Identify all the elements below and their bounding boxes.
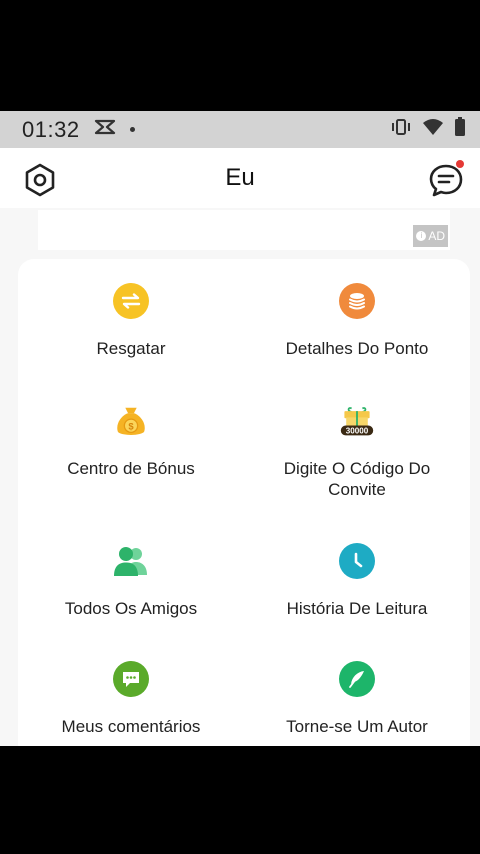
unread-badge xyxy=(456,160,464,168)
clock-icon xyxy=(339,543,375,579)
menu-label: História De Leitura xyxy=(286,599,428,618)
menu-item-bonus-center[interactable]: $ Centro de Bónus xyxy=(18,403,244,479)
top-letterbox xyxy=(0,0,480,111)
ad-banner[interactable]: i AD xyxy=(38,210,450,250)
menu-label: Digite O Código Do Convite xyxy=(283,459,431,499)
status-time: 01:32 xyxy=(22,116,80,142)
menu-item-invite-code[interactable]: 30000 Digite O Código Do Convite xyxy=(244,403,470,500)
menu-label: Meus comentários xyxy=(61,717,201,736)
menu-item-point-details[interactable]: Detalhes Do Ponto xyxy=(244,283,470,359)
page-title: Eu xyxy=(225,164,255,191)
ad-badge-label: AD xyxy=(428,229,445,243)
chat-bubble-icon xyxy=(429,164,463,197)
gift-badge-text: 30000 xyxy=(346,427,369,436)
coins-stack-icon xyxy=(339,283,375,319)
settings-button[interactable] xyxy=(22,162,58,198)
messages-button[interactable] xyxy=(426,160,466,200)
menu-item-resgatar[interactable]: Resgatar xyxy=(18,283,244,359)
exchange-icon xyxy=(113,283,149,319)
menu-label: Torne-se Um Autor xyxy=(286,717,428,736)
gift-30000-icon: 30000 xyxy=(339,403,375,439)
settings-hexagon-icon xyxy=(25,163,55,197)
notification-dot-icon xyxy=(129,127,135,132)
comment-icon xyxy=(113,661,149,697)
svg-text:$: $ xyxy=(128,422,134,433)
status-bar: 01:32 xyxy=(0,111,480,148)
app-screen: Eu i AD Resgatar Detalhes Do Ponto $ Cen… xyxy=(0,148,480,746)
menu-item-become-author[interactable]: Torne-se Um Autor xyxy=(244,661,470,737)
menu-label: Detalhes Do Ponto xyxy=(285,339,429,358)
wifi-icon xyxy=(422,118,444,141)
ad-badge: i AD xyxy=(413,225,448,247)
menu-item-my-comments[interactable]: Meus comentários xyxy=(18,661,244,737)
bottom-letterbox xyxy=(0,746,480,854)
money-bag-icon: $ xyxy=(113,403,149,439)
menu-card: Resgatar Detalhes Do Ponto $ Centro de B… xyxy=(18,259,470,746)
battery-icon xyxy=(454,117,466,142)
vibrate-icon xyxy=(390,118,412,141)
quill-icon xyxy=(339,661,375,697)
menu-label: Resgatar xyxy=(96,339,166,358)
menu-item-reading-history[interactable]: História De Leitura xyxy=(244,543,470,619)
capcut-icon xyxy=(94,118,116,141)
friends-icon xyxy=(113,543,149,579)
menu-label: Todos Os Amigos xyxy=(64,599,198,618)
menu-item-all-friends[interactable]: Todos Os Amigos xyxy=(18,543,244,619)
menu-label: Centro de Bónus xyxy=(67,459,195,478)
header: Eu xyxy=(0,148,480,208)
ad-info-icon: i xyxy=(416,231,427,241)
